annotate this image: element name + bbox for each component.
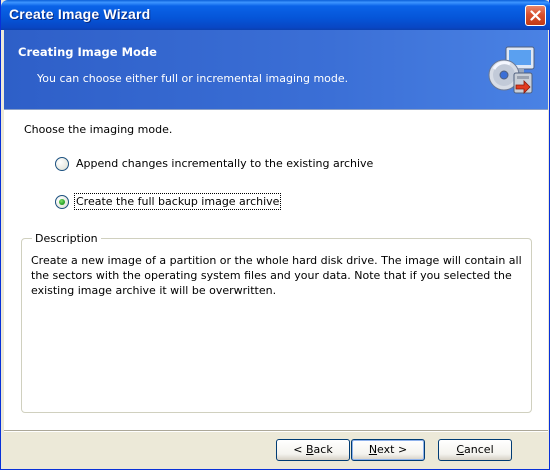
title-bar[interactable]: Create Image Wizard [1, 0, 550, 30]
next-label-rest: ext > [377, 443, 408, 456]
option-incremental-label[interactable]: Append changes incrementally to the exis… [76, 157, 373, 170]
option-full-label[interactable]: Create the full backup image archive [73, 193, 282, 210]
radio-incremental[interactable] [55, 157, 69, 171]
header-subtitle: You can choose either full or incrementa… [37, 72, 349, 85]
description-text: Create a new image of a partition or the… [31, 254, 522, 297]
cancel-label-rest: ancel [464, 443, 494, 456]
next-accelerator: N [368, 443, 378, 456]
window-title: Create Image Wizard [9, 6, 151, 22]
wizard-content: Choose the imaging mode. Append changes … [4, 110, 548, 430]
description-caption: Description [32, 232, 101, 245]
cancel-accelerator: C [456, 443, 465, 456]
radio-full[interactable] [55, 195, 69, 209]
close-icon [530, 10, 541, 21]
cancel-button[interactable]: Cancel [438, 439, 512, 461]
back-accelerator: B [306, 443, 314, 456]
back-prefix: < [293, 443, 306, 456]
next-button[interactable]: Next > [351, 439, 425, 461]
close-button[interactable] [525, 5, 546, 26]
header-title: Creating Image Mode [18, 45, 157, 59]
footer-divider-highlight [4, 431, 548, 432]
mode-prompt: Choose the imaging mode. [24, 123, 173, 136]
wizard-window: Create Image Wizard Creating Image Mode … [0, 0, 550, 470]
wizard-header: Creating Image Mode You can choose eithe… [4, 30, 548, 109]
disk-image-wizard-icon [488, 46, 535, 94]
back-label-rest: ack [313, 443, 333, 456]
back-button[interactable]: < Back [276, 439, 350, 461]
